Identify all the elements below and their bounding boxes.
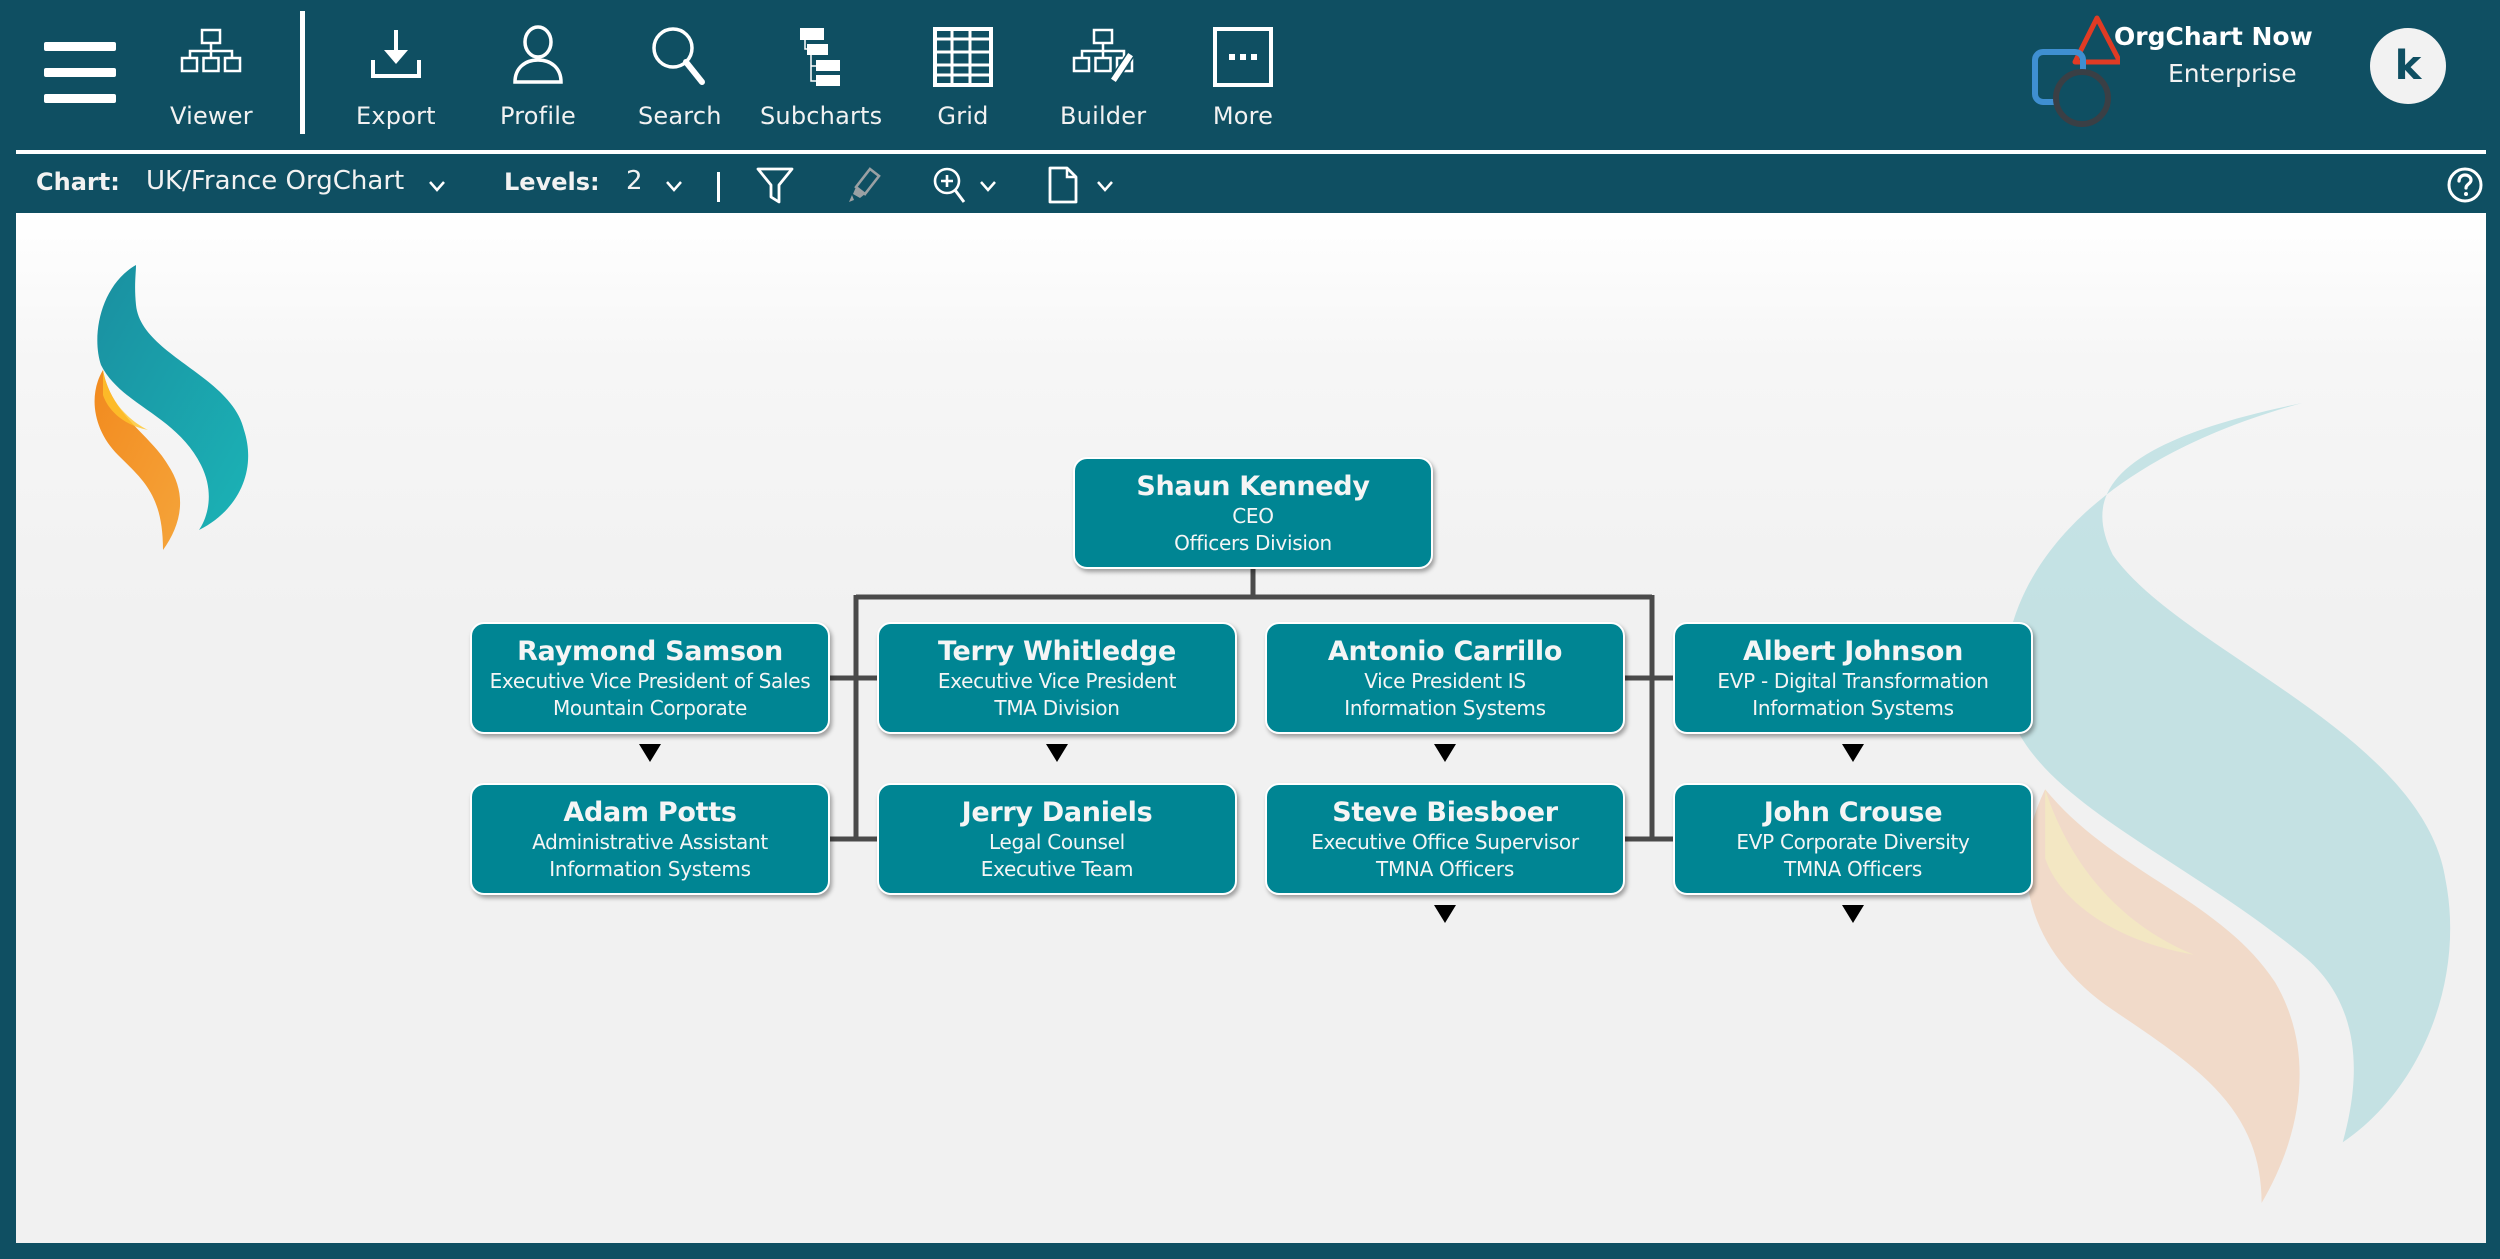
download-icon bbox=[370, 30, 421, 78]
header-rule bbox=[16, 150, 2486, 154]
header-divider bbox=[300, 11, 305, 134]
help-icon[interactable] bbox=[2446, 166, 2484, 204]
hamburger-menu-icon[interactable] bbox=[44, 42, 116, 104]
org-node[interactable]: Raymond Samson Executive Vice President o… bbox=[470, 622, 830, 734]
node-department: Information Systems bbox=[1752, 696, 1954, 720]
highlight-pen-icon[interactable] bbox=[844, 164, 886, 206]
node-title: Administrative Assistant bbox=[532, 830, 768, 854]
zoom-in-icon[interactable] bbox=[930, 164, 972, 206]
more-button[interactable]: More bbox=[1210, 24, 1276, 134]
node-department: TMA Division bbox=[994, 696, 1120, 720]
search-button[interactable]: Search bbox=[638, 24, 722, 134]
builder-icon bbox=[1072, 28, 1136, 85]
org-node[interactable]: John Crouse EVP Corporate Diversity TMNA O… bbox=[1673, 783, 2033, 895]
profile-button[interactable]: Profile bbox=[500, 24, 576, 134]
node-department: Information Systems bbox=[549, 857, 751, 881]
more-label: More bbox=[1212, 102, 1274, 130]
builder-button[interactable]: Builder bbox=[1060, 24, 1146, 134]
node-name: Adam Potts bbox=[563, 797, 737, 828]
org-viewer-icon bbox=[181, 28, 242, 73]
node-title: EVP Corporate Diversity bbox=[1736, 830, 1970, 854]
node-title: Executive Vice President of Sales bbox=[489, 669, 811, 693]
org-node-root[interactable]: Shaun Kennedy CEO Officers Division bbox=[1073, 457, 1433, 569]
levels-chevron-down-icon[interactable] bbox=[665, 180, 683, 192]
chart-label: Chart: bbox=[36, 168, 120, 196]
expand-children-icon[interactable] bbox=[1842, 744, 1864, 762]
node-title: CEO bbox=[1232, 504, 1274, 528]
org-node[interactable]: Terry Whitledge Executive Vice President T… bbox=[877, 622, 1237, 734]
export-button[interactable]: Export bbox=[356, 24, 436, 134]
viewer-label: Viewer bbox=[170, 102, 253, 130]
chart-chevron-down-icon[interactable] bbox=[428, 180, 446, 192]
toolbar-divider bbox=[717, 172, 720, 202]
node-name: Albert Johnson bbox=[1742, 636, 1964, 667]
chart-toolbar: Chart: UK/France OrgChart Levels: 2 bbox=[16, 158, 2486, 212]
document-chevron-down-icon[interactable] bbox=[1096, 180, 1114, 192]
user-avatar[interactable]: k bbox=[2370, 28, 2446, 104]
export-label: Export bbox=[356, 102, 436, 130]
node-name: Terry Whitledge bbox=[938, 636, 1176, 667]
orgchart-now-logo-icon bbox=[2032, 15, 2120, 127]
subcharts-label: Subcharts bbox=[760, 102, 883, 130]
org-node[interactable]: Adam Potts Administrative Assistant Inform… bbox=[470, 783, 830, 895]
node-name: Raymond Samson bbox=[517, 636, 783, 667]
node-name: Shaun Kennedy bbox=[1136, 471, 1370, 502]
expand-children-icon[interactable] bbox=[1434, 905, 1456, 923]
app-header: Viewer Export Profile Search Subcharts G… bbox=[0, 0, 2500, 150]
filter-icon[interactable] bbox=[754, 164, 796, 206]
node-title: Vice President IS bbox=[1364, 669, 1526, 693]
node-department: Executive Team bbox=[980, 857, 1134, 881]
org-node[interactable]: Antonio Carrillo Vice President IS Informa… bbox=[1265, 622, 1625, 734]
user-icon bbox=[513, 25, 563, 84]
expand-children-icon[interactable] bbox=[1842, 905, 1864, 923]
node-name: Steve Biesboer bbox=[1332, 797, 1558, 828]
more-icon bbox=[1213, 27, 1273, 87]
grid-icon bbox=[933, 27, 993, 87]
node-name: Jerry Daniels bbox=[961, 797, 1153, 828]
node-department: Information Systems bbox=[1344, 696, 1546, 720]
org-node[interactable]: Albert Johnson EVP - Digital Transformati… bbox=[1673, 622, 2033, 734]
node-department: TMNA Officers bbox=[1376, 857, 1514, 881]
node-title: Executive Office Supervisor bbox=[1311, 830, 1579, 854]
chart-select[interactable]: UK/France OrgChart bbox=[146, 166, 404, 196]
brand-subtitle: Enterprise bbox=[2168, 59, 2297, 88]
org-node[interactable]: Steve Biesboer Executive Office Superviso… bbox=[1265, 783, 1625, 895]
expand-children-icon[interactable] bbox=[1046, 744, 1068, 762]
subcharts-button[interactable]: Subcharts bbox=[760, 24, 882, 134]
node-title: EVP - Digital Transformation bbox=[1717, 669, 1989, 693]
node-name: Antonio Carrillo bbox=[1327, 636, 1563, 667]
node-department: Officers Division bbox=[1174, 531, 1332, 555]
viewer-button[interactable]: Viewer bbox=[170, 24, 253, 134]
node-name: John Crouse bbox=[1763, 797, 1943, 828]
profile-label: Profile bbox=[500, 102, 577, 130]
org-node[interactable]: Jerry Daniels Legal Counsel Executive Team bbox=[877, 783, 1237, 895]
expand-children-icon[interactable] bbox=[1434, 744, 1456, 762]
node-title: Executive Vice President bbox=[937, 669, 1177, 693]
expand-children-icon[interactable] bbox=[639, 744, 661, 762]
org-connector-lines bbox=[830, 569, 1673, 842]
zoom-chevron-down-icon[interactable] bbox=[979, 180, 997, 192]
subcharts-icon bbox=[800, 28, 841, 86]
grid-label: Grid bbox=[937, 102, 989, 130]
node-title: Legal Counsel bbox=[989, 830, 1125, 854]
builder-label: Builder bbox=[1060, 102, 1147, 130]
orgchart-canvas[interactable]: Shaun Kennedy CEO Officers Division Raym… bbox=[16, 213, 2486, 1243]
brand-title: OrgChart Now bbox=[2114, 22, 2313, 51]
node-department: Mountain Corporate bbox=[552, 696, 748, 720]
document-icon[interactable] bbox=[1042, 164, 1084, 206]
search-icon bbox=[652, 27, 705, 85]
node-department: TMNA Officers bbox=[1784, 857, 1922, 881]
levels-label: Levels: bbox=[504, 168, 600, 196]
search-label: Search bbox=[638, 102, 722, 130]
levels-select[interactable]: 2 bbox=[626, 166, 643, 196]
grid-button[interactable]: Grid bbox=[930, 24, 996, 134]
